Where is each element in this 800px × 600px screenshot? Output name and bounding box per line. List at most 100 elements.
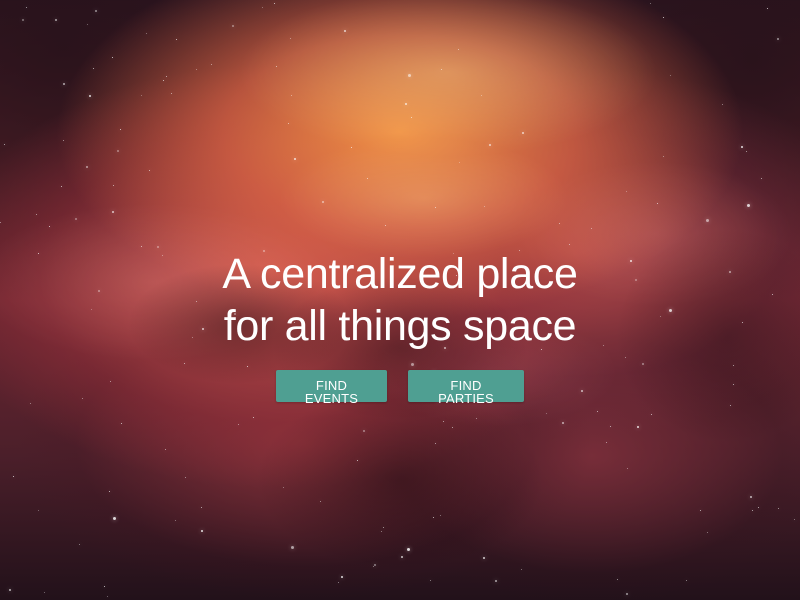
star — [626, 191, 627, 192]
star — [141, 95, 142, 96]
star — [107, 596, 108, 597]
star — [405, 103, 407, 105]
star — [363, 430, 365, 432]
star — [288, 123, 289, 124]
star — [433, 517, 434, 518]
star — [794, 519, 795, 520]
star — [657, 203, 658, 204]
star — [13, 476, 14, 477]
star — [663, 17, 664, 18]
star — [86, 166, 88, 168]
star — [196, 69, 197, 70]
star — [761, 178, 762, 179]
star — [341, 576, 343, 578]
hero-content: A centralized place for all things space… — [0, 248, 800, 405]
star — [752, 510, 753, 511]
star — [113, 185, 114, 186]
star — [741, 146, 743, 148]
star — [411, 117, 412, 118]
star — [610, 426, 611, 427]
star — [283, 487, 284, 488]
star — [9, 589, 11, 591]
star — [481, 95, 482, 96]
star — [322, 201, 324, 203]
star — [383, 527, 384, 528]
star — [651, 414, 652, 415]
star — [253, 417, 254, 418]
star — [61, 186, 62, 187]
star — [274, 3, 275, 4]
hero-title-line-2: for all things space — [223, 302, 577, 350]
star — [562, 422, 564, 424]
star — [165, 449, 166, 450]
star — [290, 38, 291, 39]
star — [483, 557, 485, 559]
star — [385, 225, 386, 226]
star — [201, 530, 203, 532]
star — [767, 8, 768, 9]
star — [730, 405, 731, 406]
star — [79, 544, 80, 545]
star — [722, 104, 723, 105]
star — [30, 403, 31, 404]
star — [606, 442, 607, 443]
cta-row: FIND EVENTS FIND PARTIES — [0, 370, 800, 405]
star — [707, 532, 708, 533]
star — [626, 593, 628, 595]
star — [0, 222, 1, 223]
star — [171, 93, 172, 94]
star — [141, 246, 142, 247]
star — [149, 170, 150, 171]
star — [777, 38, 779, 40]
star — [401, 556, 403, 558]
star — [291, 95, 292, 96]
star — [291, 546, 294, 549]
star — [569, 244, 570, 245]
star — [617, 579, 618, 580]
star — [706, 219, 709, 222]
star — [441, 69, 442, 70]
star — [351, 147, 352, 148]
star — [452, 427, 453, 428]
star — [232, 25, 234, 27]
star — [201, 507, 202, 508]
star — [38, 510, 39, 511]
star — [320, 501, 321, 502]
star — [89, 95, 91, 97]
star — [443, 421, 444, 422]
star — [778, 508, 779, 509]
star — [63, 140, 64, 141]
star — [521, 569, 522, 570]
star — [26, 7, 27, 8]
star — [185, 477, 186, 478]
find-parties-button[interactable]: FIND PARTIES — [408, 370, 524, 405]
star — [637, 426, 639, 428]
star — [344, 30, 346, 32]
star — [408, 74, 411, 77]
star — [146, 33, 147, 34]
star — [750, 496, 752, 498]
star — [176, 39, 177, 40]
star — [276, 66, 277, 67]
star — [338, 582, 339, 583]
star — [262, 7, 263, 8]
star — [663, 156, 664, 157]
star — [104, 586, 105, 587]
star — [63, 83, 65, 85]
star — [93, 68, 94, 69]
star — [175, 520, 176, 521]
star — [36, 214, 37, 215]
star — [373, 566, 374, 567]
star — [211, 64, 212, 65]
star — [367, 178, 368, 179]
star — [112, 211, 114, 213]
star — [95, 10, 97, 12]
star — [591, 228, 592, 229]
star — [435, 207, 436, 208]
star — [75, 218, 77, 220]
star — [357, 460, 358, 461]
star — [87, 24, 88, 25]
star — [489, 144, 491, 146]
star — [238, 424, 239, 425]
find-events-button[interactable]: FIND EVENTS — [276, 370, 387, 405]
